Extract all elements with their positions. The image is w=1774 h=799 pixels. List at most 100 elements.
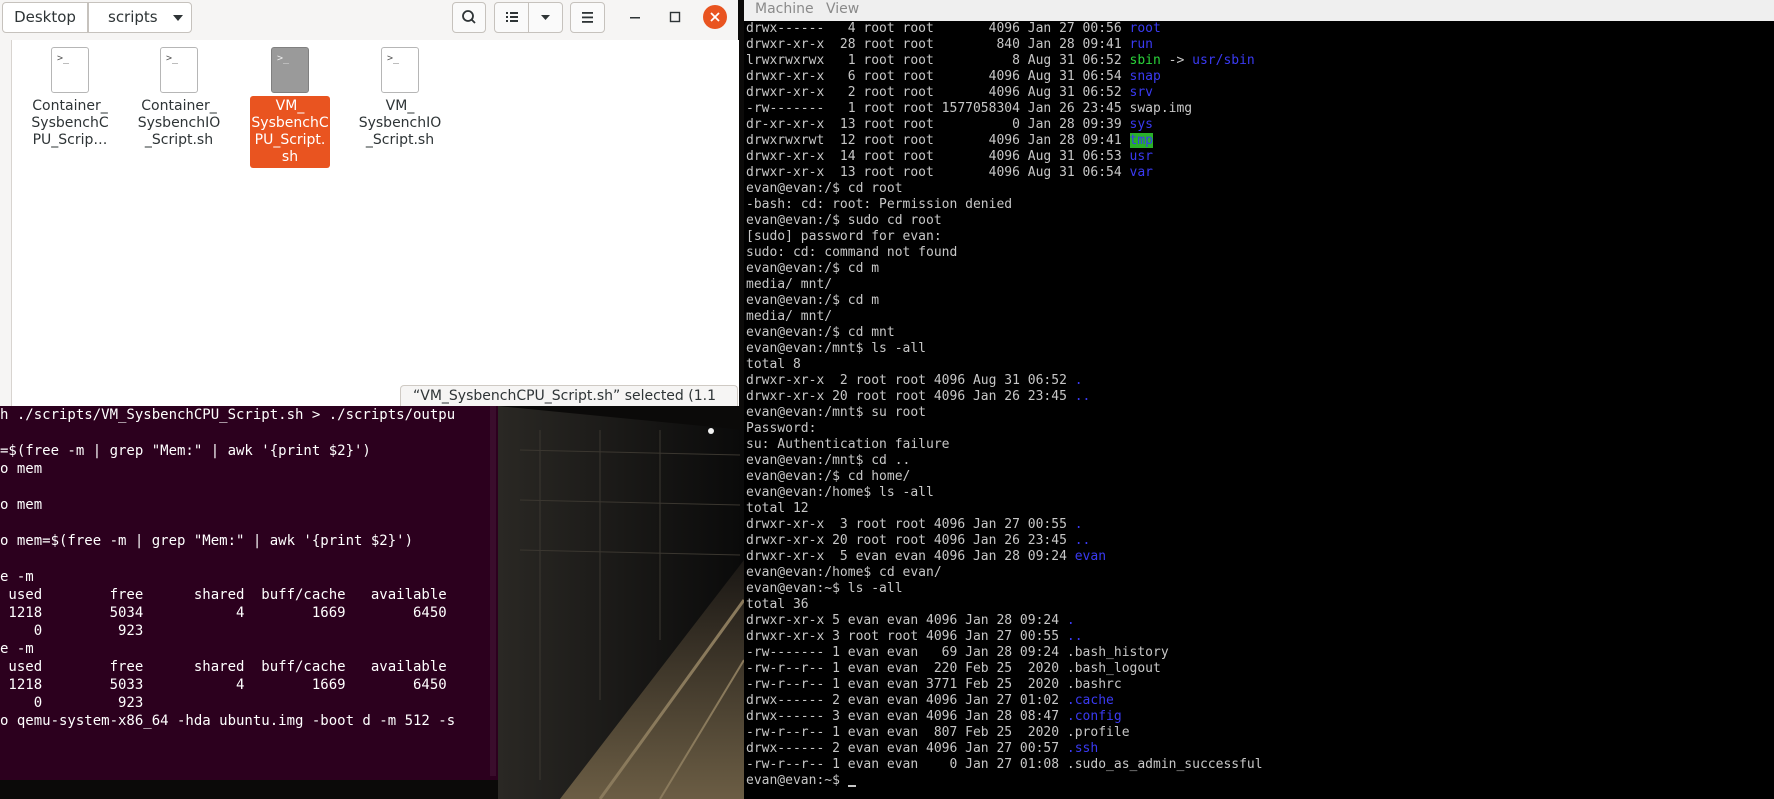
line-text: drwxr-xr-x 13 root root 4096 Aug 31 06:5… [746,165,1130,180]
vm-terminal-line: drwxrwxrwt 12 root root 4096 Jan 28 09:4… [746,133,1263,149]
shell-script-icon: >_ [381,47,419,93]
entry-name: sys [1129,117,1153,132]
line-text: -rw-r--r-- 1 evan evan 220 Feb 25 2020 [746,661,1067,676]
list-view-icon [506,12,518,22]
entry-name: snap [1129,69,1161,84]
line-text: -rw------- 1 evan evan 69 Jan 28 09:24 [746,645,1067,660]
vm-terminal-line: evan@evan:/$ cd m [746,293,1263,309]
vm-terminal-line: drwxr-xr-x 6 root root 4096 Aug 31 06:54… [746,69,1263,85]
minimize-button[interactable] [623,5,647,29]
terminal-line: o qemu-system-x86_64 -hda ubuntu.img -bo… [0,713,456,729]
entry-name: .bash_logout [1066,661,1161,676]
entry-name: var [1129,165,1153,180]
vm-terminal-line: evan@evan:/home$ cd evan/ [746,565,1263,581]
vm-terminal-line: total 8 [746,357,1263,373]
terminal-output: h ./scripts/VM_SysbenchCPU_Script.sh > .… [0,406,498,730]
vm-terminal-line: evan@evan:/home$ ls -all [746,485,1263,501]
maximize-icon [669,11,681,23]
line-text: drwxr-xr-x 28 root root 840 Jan 28 09:41 [746,37,1130,52]
vm-terminal-line: drwxr-xr-x 28 root root 840 Jan 28 09:41… [746,37,1263,53]
vm-terminal-output[interactable]: drwx------ 4 root root 4096 Jan 27 00:56… [746,21,1263,789]
vm-terminal-line: drwx------ 3 evan evan 4096 Jan 28 08:47… [746,709,1263,725]
entry-name: .bash_history [1066,645,1169,660]
terminal-scrollbar[interactable] [490,406,496,776]
vm-terminal-line: evan@evan:/mnt$ cd .. [746,453,1263,469]
line-text: evan@evan:/home$ cd evan/ [746,565,942,580]
vm-terminal-line: [sudo] password for evan: [746,229,1263,245]
vm-terminal-line: -bash: cd: root: Permission denied [746,197,1263,213]
line-text: evan@evan:/$ cd m [746,293,880,308]
line-text: total 12 [746,501,809,516]
line-text: drwxr-xr-x 20 root root 4096 Jan 26 23:4… [746,389,1075,404]
close-button[interactable] [703,5,727,29]
vm-terminal-line: evan@evan:/$ cd root [746,181,1263,197]
entry-name: . [1066,613,1075,628]
main-menu-button[interactable] [570,2,605,33]
shell-script-icon: >_ [160,47,198,93]
line-text: evan@evan:/$ cd m [746,261,880,276]
vm-terminal-line: evan@evan:~$ ls -all [746,581,1263,597]
line-text: evan@evan:/$ sudo cd root [746,213,942,228]
view-options-button[interactable] [528,2,563,33]
terminal-line: used free shared buff/cache available [0,587,447,603]
vm-terminal-line: evan@evan:/$ cd home/ [746,469,1263,485]
line-text: evan@evan:/mnt$ su root [746,405,927,420]
link-arrow: -> [1160,53,1193,68]
entry-name: sbin [1129,53,1161,68]
shell-script-icon: >_ [51,47,89,93]
terminal-line: o mem [0,461,43,477]
vm-terminal-line: su: Authentication failure [746,437,1263,453]
pathbar-desktop[interactable]: Desktop [2,2,88,33]
line-text: evan@evan:/$ cd mnt [746,325,895,340]
entry-name: srv [1129,85,1153,100]
terminal-line: o mem=$(free -m | grep "Mem:" | awk '{pr… [0,533,414,549]
terminal-line: 0 923 [0,695,144,711]
local-terminal[interactable]: h ./scripts/VM_SysbenchCPU_Script.sh > .… [0,406,498,780]
entry-name: root [1129,21,1161,36]
vm-terminal-line: -rw-r--r-- 1 evan evan 220 Feb 25 2020 .… [746,661,1263,677]
vm-terminal-line: drwx------ 2 evan evan 4096 Jan 27 01:02… [746,693,1263,709]
line-text: -rw-r--r-- 1 evan evan 807 Feb 25 2020 [746,725,1067,740]
line-text: drwx------ 4 root root 4096 Jan 27 00:56 [746,21,1130,36]
vm-terminal-line: evan@evan:/$ cd mnt [746,325,1263,341]
menu-machine[interactable]: Machine [755,1,814,17]
file-item-selected[interactable]: >_ VM_ SysbenchC PU_Script. sh [250,47,330,168]
entry-name: swap.img [1129,101,1193,116]
line-text: [sudo] password for evan: [746,229,942,244]
vm-terminal-line: Password: [746,421,1263,437]
search-icon [462,10,476,24]
entry-name: usr [1129,149,1153,164]
pathbar-scripts-label: scripts [108,8,158,26]
vm-terminal-line: drwxr-xr-x 3 root root 4096 Jan 27 00:55… [746,629,1263,645]
entry-name: . [1074,373,1083,388]
file-item[interactable]: >_ VM_ SysbenchIO _Script.sh [357,47,443,151]
menu-view[interactable]: View [826,1,859,17]
view-mode-button[interactable] [494,2,529,33]
line-text: evan@evan:/mnt$ cd .. [746,453,911,468]
search-button[interactable] [452,2,486,33]
line-text: drwxr-xr-x 5 evan evan 4096 Jan 28 09:24 [746,613,1067,628]
maximize-button[interactable] [663,5,687,29]
pathbar-scripts[interactable]: scripts [88,2,192,33]
hamburger-menu-icon [582,12,593,23]
line-text: -rw-r--r-- 1 evan evan 3771 Feb 25 2020 [746,677,1067,692]
vm-terminal-line: dr-xr-xr-x 13 root root 0 Jan 28 09:39 s… [746,117,1263,133]
entry-name: . [1074,517,1083,532]
file-item[interactable]: >_ Container_ SysbenchIO _Script.sh [136,47,222,151]
vm-terminal-line: drwxr-xr-x 2 root root 4096 Aug 31 06:52… [746,85,1263,101]
line-text: drwx------ 2 evan evan 4096 Jan 27 00:57 [746,741,1067,756]
vm-terminal-line: drwx------ 4 root root 4096 Jan 27 00:56… [746,21,1263,37]
line-text: dr-xr-xr-x 13 root root 0 Jan 28 09:39 [746,117,1130,132]
entry-name: .sudo_as_admin_successful [1066,757,1263,772]
line-text: total 36 [746,597,809,612]
vm-terminal-line: evan@evan:/$ sudo cd root [746,213,1263,229]
entry-name: .. [1066,629,1083,644]
entry-name: run [1129,37,1153,52]
link-target: usr/sbin [1192,53,1255,68]
vm-terminal-line: drwxr-xr-x 5 evan evan 4096 Jan 28 09:24… [746,549,1263,565]
file-item[interactable]: >_ Container_ SysbenchC PU_Scrip… [27,47,113,151]
line-text: drwxr-xr-x 20 root root 4096 Jan 26 23:4… [746,533,1075,548]
text-cursor [847,785,856,787]
